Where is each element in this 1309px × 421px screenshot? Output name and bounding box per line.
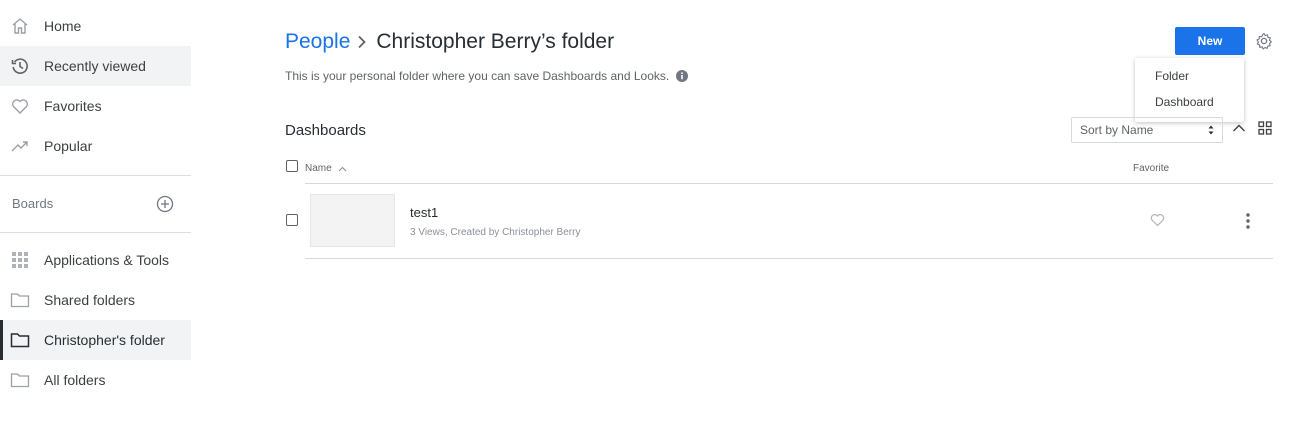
sidebar: Home Recently viewed Favorites Popular B… — [0, 0, 191, 421]
dashboard-title-link[interactable]: test1 — [410, 205, 438, 220]
sidebar-item-label: Popular — [44, 138, 93, 154]
table-header-divider — [305, 183, 1273, 184]
column-header-name[interactable]: Name — [305, 163, 347, 174]
sidebar-item-favorites[interactable]: Favorites — [0, 86, 191, 126]
new-dropdown-menu: Folder Dashboard — [1135, 58, 1244, 122]
new-button[interactable]: New — [1175, 27, 1245, 55]
page-title: Christopher Berry’s folder — [376, 30, 615, 53]
column-header-favorite: Favorite — [1133, 163, 1170, 174]
sidebar-divider — [0, 232, 191, 233]
sidebar-item-christophers-folder[interactable]: Christopher's folder — [0, 320, 191, 360]
menu-item-dashboard[interactable]: Dashboard — [1135, 89, 1244, 115]
sidebar-divider — [0, 175, 191, 176]
table-row-divider — [305, 258, 1273, 259]
sort-select-value: Sort by Name — [1080, 123, 1154, 137]
sidebar-item-shared-folders[interactable]: Shared folders — [0, 280, 191, 320]
sort-ascending-icon — [338, 166, 347, 172]
chevron-right-icon — [357, 35, 367, 49]
home-icon — [9, 15, 31, 37]
heart-icon — [9, 95, 31, 117]
select-all-checkbox[interactable] — [286, 160, 298, 172]
breadcrumb-people-link[interactable]: People — [285, 30, 350, 54]
sidebar-item-label: Home — [44, 18, 82, 34]
info-icon[interactable] — [676, 70, 689, 82]
heart-icon[interactable] — [1150, 213, 1165, 227]
sidebar-item-home[interactable]: Home — [0, 6, 191, 46]
sidebar-item-applications-tools[interactable]: Applications & Tools — [0, 240, 191, 280]
sidebar-item-label: Christopher's folder — [44, 332, 165, 348]
sort-select[interactable]: Sort by Name — [1071, 117, 1223, 143]
grid-dots-icon — [9, 249, 31, 271]
add-board-icon[interactable] — [155, 194, 175, 214]
dashboard-thumbnail[interactable] — [310, 194, 395, 247]
sidebar-item-label: Applications & Tools — [44, 252, 170, 268]
folder-description: This is your personal folder where you c… — [285, 69, 689, 83]
dashboard-meta: 3 Views, Created by Christopher Berry — [410, 227, 581, 238]
row-checkbox[interactable] — [286, 214, 298, 226]
breadcrumb: People Christopher Berry’s folder — [285, 28, 614, 56]
description-text: This is your personal folder where you c… — [285, 69, 670, 83]
sidebar-item-label: All folders — [44, 372, 106, 388]
column-header-name-label: Name — [305, 163, 332, 174]
folder-icon — [9, 329, 31, 351]
sidebar-item-all-folders[interactable]: All folders — [0, 360, 191, 400]
sidebar-item-label: Favorites — [44, 98, 102, 114]
sidebar-item-popular[interactable]: Popular — [0, 126, 191, 166]
folder-icon — [9, 289, 31, 311]
more-vertical-icon[interactable] — [1244, 212, 1252, 230]
section-title-dashboards: Dashboards — [285, 122, 366, 139]
grid-view-icon[interactable] — [1258, 121, 1272, 135]
sidebar-item-recently-viewed[interactable]: Recently viewed — [0, 46, 191, 86]
trending-icon — [9, 135, 31, 157]
boards-heading: Boards — [12, 196, 54, 211]
sidebar-item-label: Shared folders — [44, 292, 136, 308]
menu-item-folder[interactable]: Folder — [1135, 63, 1244, 89]
gear-icon[interactable] — [1255, 32, 1273, 50]
sort-direction-icon[interactable] — [1232, 121, 1246, 133]
folder-icon — [9, 369, 31, 391]
sidebar-item-label: Recently viewed — [44, 58, 146, 74]
active-indicator — [0, 320, 3, 360]
updown-arrows-icon — [1208, 124, 1214, 139]
history-icon — [9, 55, 31, 77]
